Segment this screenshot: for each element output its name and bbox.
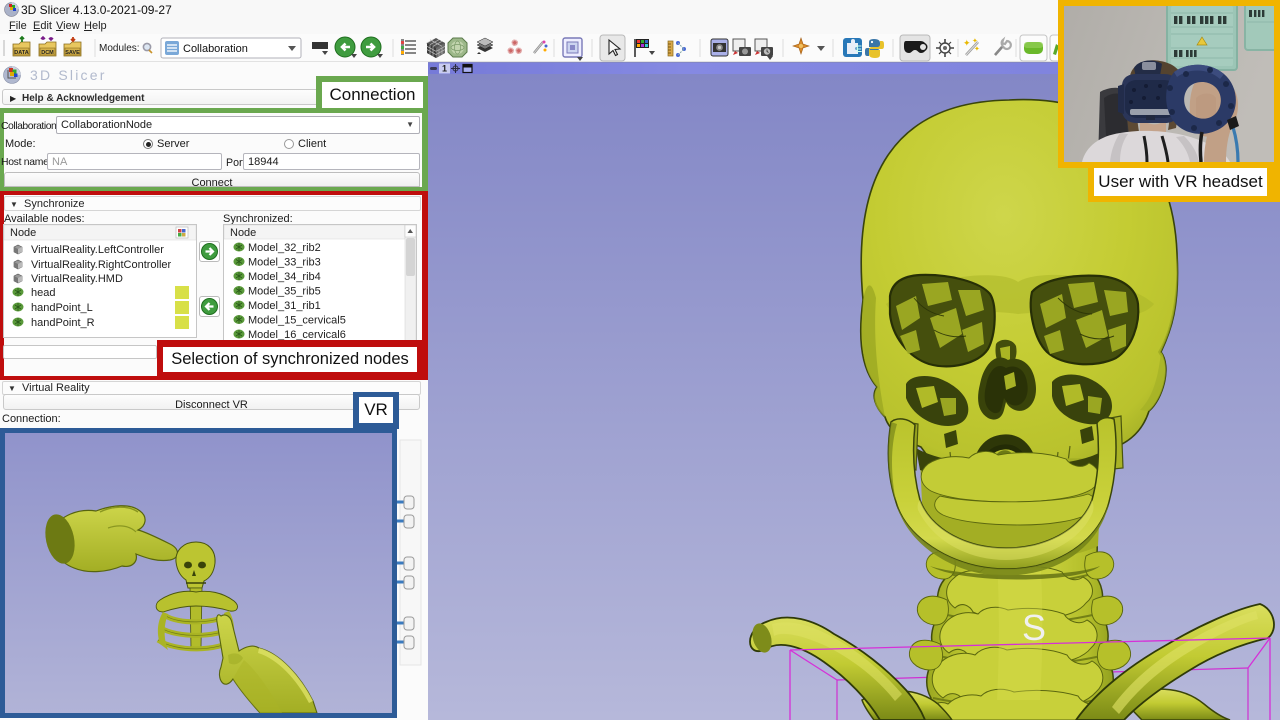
svg-text:VirtualReality.HMD: VirtualReality.HMD [31,273,123,285]
svg-text:1: 1 [442,64,447,74]
svg-text:Node: Node [10,227,36,239]
svg-text:Modules:: Modules: [99,43,140,54]
svg-text:✦: ✦ [963,38,971,48]
svg-text:SAVE: SAVE [65,50,80,56]
svg-text:Model_15_cervical5: Model_15_cervical5 [248,315,346,327]
svg-text:DCM: DCM [41,50,54,56]
svg-text:Model_35_rib5: Model_35_rib5 [248,286,321,298]
svg-text:✦: ✦ [974,45,980,53]
svg-text:Model_32_rib2: Model_32_rib2 [248,242,321,254]
svg-text:Node: Node [230,227,256,239]
svg-text:Model_31_rib1: Model_31_rib1 [248,300,321,312]
svg-text:handPoint_L: handPoint_L [31,302,93,314]
svg-text:Collaboration: Collaboration [183,43,248,55]
svg-text:✦: ✦ [972,37,978,45]
svg-text:Model_33_rib3: Model_33_rib3 [248,257,321,269]
svg-text:E: E [856,44,862,54]
svg-text:DATA: DATA [14,50,28,56]
svg-text:S: S [1022,607,1046,648]
svg-text:Model_34_rib4: Model_34_rib4 [248,271,321,283]
svg-text:✺: ✺ [507,46,515,56]
svg-text:handPoint_R: handPoint_R [31,317,95,329]
svg-text:head: head [31,287,55,299]
svg-text:VirtualReality.LeftController: VirtualReality.LeftController [31,244,164,256]
svg-text:VirtualReality.RightController: VirtualReality.RightController [31,259,172,271]
svg-text:✺: ✺ [515,46,523,56]
